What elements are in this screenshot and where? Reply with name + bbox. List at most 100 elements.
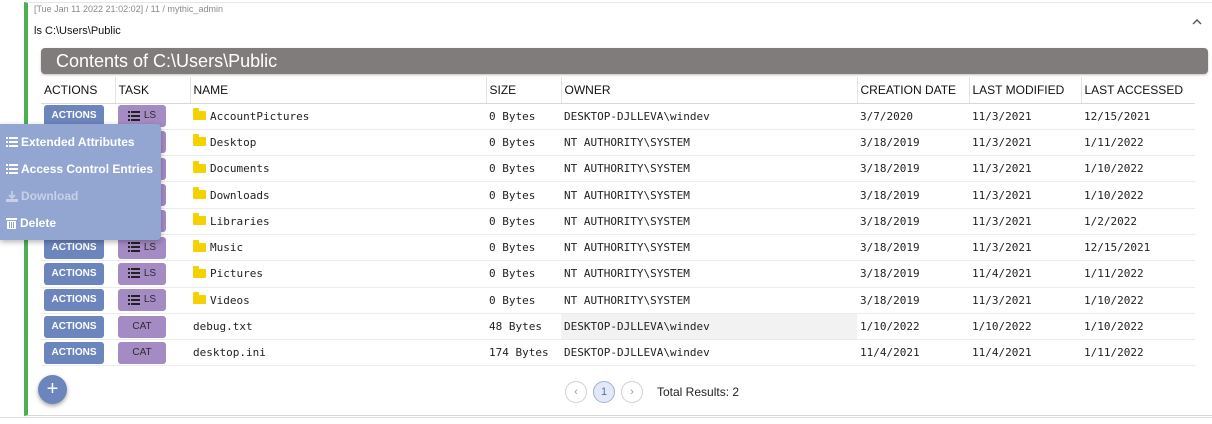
table-row: ACTIONS LS Pictures 0 Bytes NT AUTHORITY\SYS… [41,260,1195,288]
owner-cell: DESKTOP-DJLLEVA\windev [561,313,857,341]
task-label: LS [143,294,157,306]
add-button[interactable]: + [38,375,67,404]
creation-date-cell: 3/18/2019 [857,155,969,183]
actions-cell: ACTIONS [41,313,115,341]
row-actions-button[interactable]: ACTIONS [44,289,104,312]
actions-cell: ACTIONS [41,287,115,314]
name-cell[interactable]: desktop.ini [190,339,486,367]
last-modified-cell: 11/3/2021 [969,155,1081,183]
table-row: ACTIONSLSDocuments0 BytesNT AUTHORITY\SY… [41,155,1195,183]
menu-item-download: Download [0,188,161,215]
task-cell: CAT [115,313,190,341]
table-row: ACTIONS LS Music 0 Bytes NT AUTHORITY\SYSTEM… [41,234,1195,262]
last-accessed-cell: 1/10/2022 [1081,155,1195,183]
creation-date-cell: 3/7/2020 [857,103,969,130]
row-task-button[interactable]: CAT [118,341,166,364]
last-modified-cell: 11/3/2021 [969,129,1081,157]
name-cell[interactable]: debug.txt [190,313,486,341]
task-command: ls C:\Users\Public [34,25,121,37]
last-modified-cell: 1/10/2022 [969,313,1081,341]
table-row: ACTIONSLSDesktop0 BytesNT AUTHORITY\SYST… [41,129,1195,157]
size-cell: 0 Bytes [486,181,561,209]
name-cell[interactable]: AccountPictures [190,103,486,130]
next-page-button[interactable]: › [621,381,643,403]
column-header[interactable]: OWNER [561,77,858,104]
creation-date-cell: 3/18/2019 [857,260,969,288]
column-header[interactable]: CREATION DATE [857,77,970,104]
actions-context-menu: Extended Attributes Access Control Entrie… [0,124,161,240]
row-task-button[interactable]: CAT [118,315,166,338]
row-task-button[interactable]: LS [118,289,166,312]
size-cell: 0 Bytes [486,260,561,288]
last-accessed-cell: 1/10/2022 [1081,313,1195,341]
row-actions-button[interactable]: ACTIONS [44,341,104,364]
last-modified-cell: 11/3/2021 [969,103,1081,130]
last-modified-cell: 11/4/2021 [969,339,1081,367]
name-cell[interactable]: Documents [190,155,486,183]
menu-item-delete[interactable]: Delete [0,215,161,242]
name-cell[interactable]: Pictures [190,260,486,288]
column-header[interactable]: ACTIONS [41,77,116,104]
last-accessed-cell: 1/2/2022 [1081,208,1195,235]
file-name: Music [210,241,244,255]
task-meta: [Tue Jan 11 2022 21:02:02] / 11 / mythic… [34,4,223,14]
folder-icon [193,134,206,147]
prev-page-button[interactable]: ‹ [565,381,587,403]
owner-cell: NT AUTHORITY\SYSTEM [561,181,857,209]
task-label: LS [143,110,157,122]
page-1-button[interactable]: 1 [593,381,615,403]
row-actions-button[interactable]: ACTIONS [44,262,104,285]
task-cell: LS [115,287,190,314]
column-header[interactable]: SIZE [486,77,562,104]
last-accessed-cell: 1/10/2022 [1081,287,1195,314]
name-cell[interactable]: Videos [190,287,486,314]
size-cell: 0 Bytes [486,287,561,314]
last-accessed-cell: 12/15/2021 [1081,234,1195,262]
name-cell[interactable]: Music [190,234,486,262]
table-header-row: ACTIONS TASK NAME SIZE OWNER CREATION DATE LAS… [41,77,1195,104]
column-header[interactable]: LAST ACCESSED [1081,77,1195,104]
row-actions-button[interactable]: ACTIONS [44,315,104,338]
row-task-button[interactable]: LS [118,262,166,285]
column-header[interactable]: TASK [115,77,191,104]
creation-date-cell: 3/18/2019 [857,181,969,209]
last-accessed-cell: 1/10/2022 [1081,181,1195,209]
folder-icon [193,187,206,200]
actions-cell: ACTIONS [41,260,115,288]
last-accessed-cell: 1/11/2022 [1081,129,1195,157]
menu-item-access-control-entries[interactable]: Access Control Entries [0,161,161,188]
name-cell[interactable]: Downloads [190,181,486,209]
column-header[interactable]: LAST MODIFIED [969,77,1082,104]
owner-cell: NT AUTHORITY\SYSTEM [561,155,857,183]
owner-cell: NT AUTHORITY\SYSTEM [561,260,857,288]
file-name: Downloads [210,188,270,202]
task-label: CAT [132,346,152,358]
file-table: ACTIONS TASK NAME SIZE OWNER CREATION DATE LAS… [41,77,1195,367]
folder-icon [193,239,206,252]
download-icon [6,188,21,207]
file-name: Videos [210,293,250,307]
menu-item-label: Access Control Entries [21,162,154,176]
table-row: ACTIONS CAT debug.txt 48 Bytes DESKTOP-DJLLE… [41,313,1195,341]
task-label: CAT [132,320,152,332]
last-accessed-cell: 1/11/2022 [1081,339,1195,367]
list-icon [127,294,140,305]
table-row: ACTIONS CAT desktop.ini 174 Bytes DESKTOP-DJ… [41,339,1195,367]
chevron-up-icon [1192,18,1202,24]
menu-item-extended-attributes[interactable]: Extended Attributes [0,134,161,161]
collapse-button[interactable] [1190,14,1204,28]
list-icon [127,268,140,279]
folder-icon [193,213,206,226]
bottom-divider [0,417,1212,424]
table-row: ACTIONSLSDownloads0 BytesNT AUTHORITY\SY… [41,181,1195,209]
list-icon [127,241,140,252]
name-cell[interactable]: Libraries [190,208,486,235]
owner-cell: DESKTOP-DJLLEVA\windev [561,339,857,367]
column-header[interactable]: NAME [190,77,487,104]
menu-item-label: Download [21,189,79,203]
last-modified-cell: 11/3/2021 [969,181,1081,209]
creation-date-cell: 3/18/2019 [857,129,969,157]
task-cell: CAT [115,339,190,367]
task-label: LS [143,267,157,279]
name-cell[interactable]: Desktop [190,129,486,157]
